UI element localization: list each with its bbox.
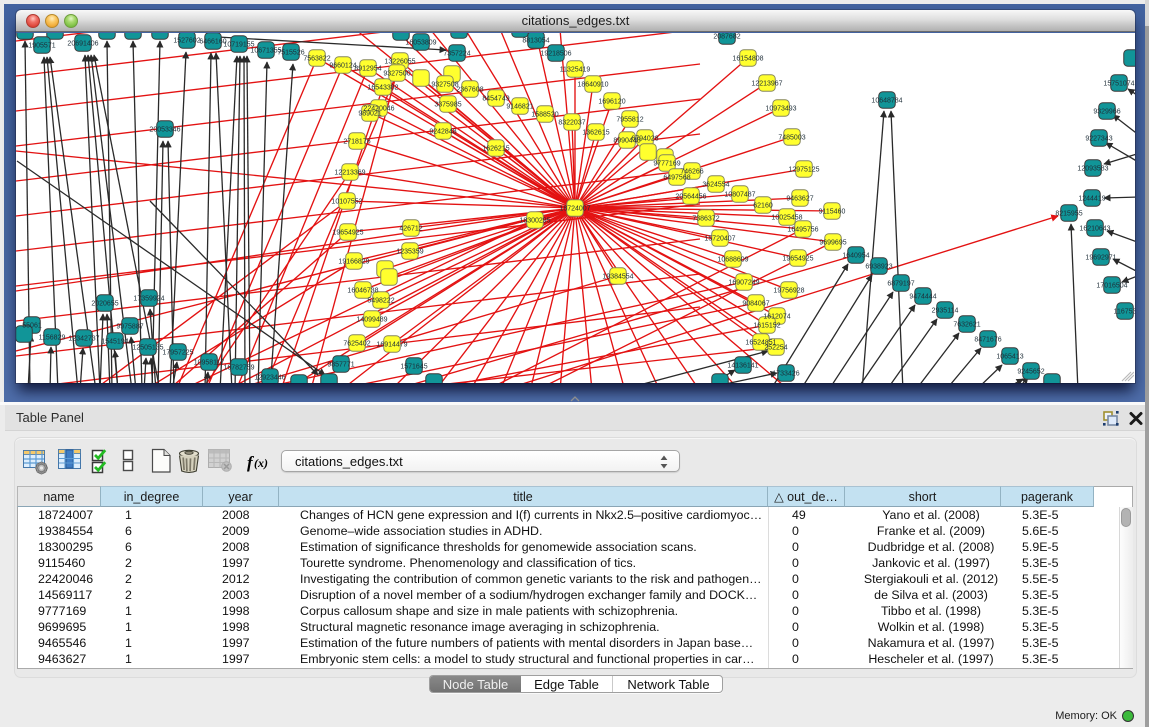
svg-text:9857771: 9857771 — [327, 362, 354, 369]
svg-text:19654925: 19654925 — [782, 256, 813, 263]
svg-text:9115460: 9115460 — [819, 209, 846, 216]
svg-text:2935114: 2935114 — [932, 308, 959, 315]
svg-text:1244419: 1244419 — [1078, 196, 1105, 203]
svg-text:18300295: 18300295 — [519, 218, 550, 225]
svg-text:6794028: 6794028 — [631, 136, 658, 143]
svg-text:16543382: 16543382 — [367, 85, 398, 92]
svg-text:1626215: 1626215 — [482, 146, 509, 153]
svg-text:1571645: 1571645 — [400, 364, 427, 371]
svg-text:14136141: 14136141 — [727, 363, 758, 370]
svg-text:426712: 426712 — [399, 226, 422, 233]
svg-text:7563822: 7563822 — [303, 56, 330, 63]
svg-text:20564456: 20564456 — [675, 194, 706, 201]
svg-text:989021: 989021 — [358, 111, 381, 118]
svg-text:17016504: 17016504 — [1096, 283, 1127, 290]
svg-text:7515526: 7515526 — [277, 50, 304, 57]
svg-text:9327500: 9327500 — [383, 71, 410, 78]
svg-text:3624554: 3624554 — [702, 182, 729, 189]
svg-text:9245652: 9245652 — [1017, 369, 1044, 376]
svg-text:8215955: 8215955 — [1055, 211, 1082, 218]
svg-text:7625402: 7625402 — [343, 341, 370, 348]
svg-text:1612074: 1612074 — [763, 314, 790, 321]
svg-text:9242848: 9242848 — [429, 129, 456, 136]
svg-text:1065413: 1065413 — [996, 354, 1023, 361]
svg-text:252254: 252254 — [764, 345, 787, 352]
svg-text:18724007: 18724007 — [559, 206, 590, 213]
svg-text:(x): (x) — [254, 456, 268, 470]
svg-text:8454749: 8454749 — [482, 96, 509, 103]
svg-text:12975125: 12975125 — [788, 167, 819, 174]
svg-text:8322037: 8322037 — [558, 120, 585, 127]
svg-text:19166829: 19166829 — [338, 259, 369, 266]
svg-text:10688609: 10688609 — [717, 257, 748, 264]
svg-text:6497568: 6497568 — [663, 175, 690, 182]
svg-text:9146821: 9146821 — [506, 104, 533, 111]
svg-text:16210643: 16210643 — [1079, 226, 1110, 233]
svg-text:1235359: 1235359 — [396, 249, 423, 256]
svg-text:16154808: 16154808 — [732, 56, 763, 63]
svg-text:16495756: 16495756 — [787, 227, 818, 234]
svg-text:15720407: 15720407 — [704, 236, 735, 243]
svg-text:8813054: 8813054 — [522, 38, 549, 45]
svg-text:9329966: 9329966 — [1093, 109, 1120, 116]
svg-text:1588520: 1588520 — [531, 112, 558, 119]
svg-text:15751074: 15751074 — [1103, 81, 1134, 88]
svg-text:19384554: 19384554 — [602, 274, 633, 281]
svg-text:16053809: 16053809 — [405, 40, 436, 47]
svg-text:1362615: 1362615 — [582, 130, 609, 137]
svg-text:2718176: 2718176 — [343, 139, 370, 146]
svg-text:9327508: 9327508 — [431, 82, 458, 89]
svg-text:2367608: 2367608 — [456, 87, 483, 94]
svg-text:10025458: 10025458 — [771, 215, 802, 222]
svg-text:8471676: 8471676 — [974, 337, 1001, 344]
svg-text:116753: 116753 — [1114, 309, 1135, 316]
svg-text:10648784: 10648784 — [871, 98, 902, 105]
svg-text:19756928: 19756928 — [773, 288, 804, 295]
svg-text:19218506: 19218506 — [540, 51, 571, 58]
svg-text:9474444: 9474444 — [909, 294, 936, 301]
svg-text:16914479: 16914479 — [376, 342, 407, 349]
svg-text:12093583: 12093583 — [1077, 166, 1108, 173]
svg-text:10107552: 10107552 — [331, 199, 362, 206]
svg-text:62160: 62160 — [753, 203, 773, 210]
svg-text:1733426: 1733426 — [772, 371, 799, 378]
svg-text:7955812: 7955812 — [616, 117, 643, 124]
svg-text:12213369: 12213369 — [334, 170, 365, 177]
svg-text:9699695: 9699695 — [819, 240, 846, 247]
svg-text:7632621: 7632621 — [953, 322, 980, 329]
svg-text:1696120: 1696120 — [598, 99, 625, 106]
svg-text:2087682: 2087682 — [713, 34, 740, 41]
svg-text:8912954: 8912954 — [354, 66, 381, 73]
svg-text:9660124: 9660124 — [329, 63, 356, 70]
svg-text:16907249: 16907249 — [728, 280, 759, 287]
svg-text:7357224: 7357224 — [443, 51, 470, 58]
svg-text:9777169: 9777169 — [653, 161, 680, 168]
svg-text:19654925: 19654925 — [332, 230, 363, 237]
svg-text:16046738: 16046738 — [347, 288, 378, 295]
svg-text:7485003: 7485003 — [778, 135, 805, 142]
svg-text:19692971: 19692971 — [1085, 255, 1116, 262]
svg-text:6938923: 6938923 — [865, 264, 892, 271]
svg-text:6879197: 6879197 — [887, 281, 914, 288]
svg-text:5498222: 5498222 — [367, 298, 394, 305]
svg-text:7386372: 7386372 — [692, 216, 719, 223]
svg-text:14099489: 14099489 — [356, 317, 387, 324]
svg-text:13226055: 13226055 — [384, 59, 415, 66]
svg-text:1615152: 1615152 — [753, 323, 780, 330]
svg-text:1640954: 1640954 — [842, 253, 869, 260]
svg-text:12213967: 12213967 — [751, 81, 782, 88]
svg-text:11325419: 11325419 — [560, 67, 591, 74]
svg-text:9084067: 9084067 — [742, 301, 769, 308]
svg-text:18640910: 18640910 — [577, 82, 608, 89]
svg-text:9463627: 9463627 — [786, 196, 813, 203]
svg-text:3375985: 3375985 — [434, 102, 461, 109]
svg-text:10973493: 10973493 — [765, 106, 796, 113]
svg-text:10807487: 10807487 — [724, 192, 755, 199]
svg-text:9227343: 9227343 — [1085, 136, 1112, 143]
